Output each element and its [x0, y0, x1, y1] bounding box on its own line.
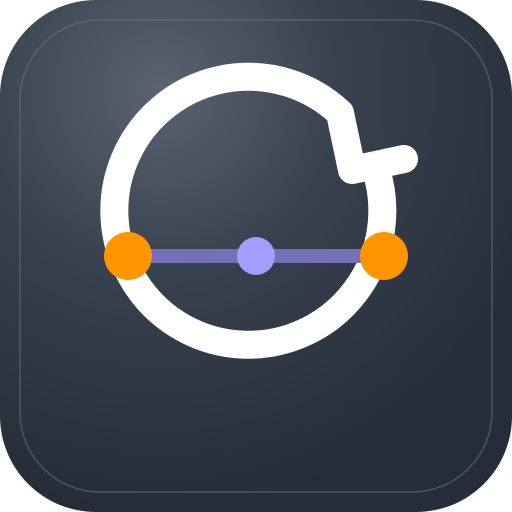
center-dot [237, 237, 275, 275]
left-endpoint-dot [104, 232, 152, 280]
right-endpoint-dot [360, 232, 408, 280]
rotate-arc-with-diameter-icon [0, 0, 512, 512]
app-icon[interactable] [0, 0, 512, 512]
